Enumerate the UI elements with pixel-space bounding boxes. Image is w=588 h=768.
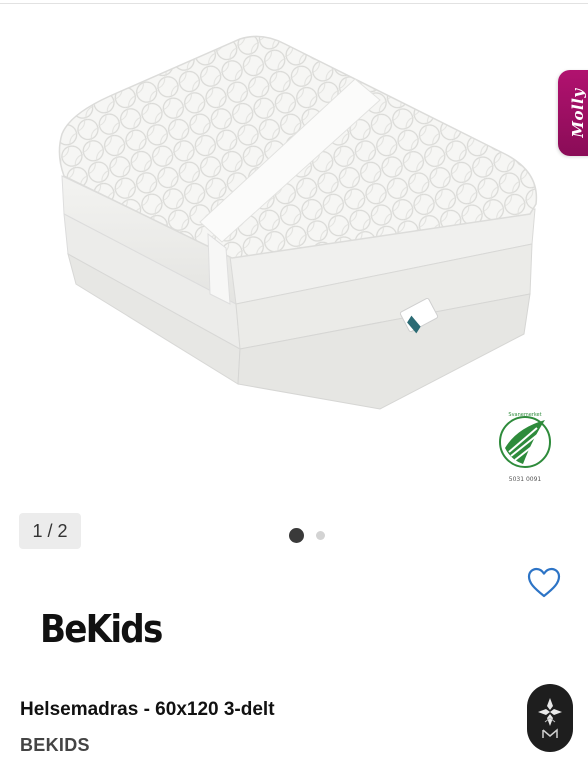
image-counter: 1 / 2	[19, 513, 81, 549]
carousel-dots	[289, 527, 325, 543]
product-title: Helsemadras - 60x120 3-delt	[20, 699, 275, 720]
eco-certification-icon: Svanemerket 5031 0091	[499, 412, 551, 483]
molly-tab-label: Molly	[569, 88, 587, 138]
eco-label-name: Svanemerket	[508, 412, 541, 418]
product-image-gallery[interactable]: Svanemerket 5031 0091	[0, 4, 588, 504]
assistant-logo-icon	[538, 698, 562, 738]
assistant-button[interactable]	[527, 684, 573, 752]
heart-outline-icon	[527, 567, 561, 598]
molly-side-tab[interactable]: Molly	[558, 70, 588, 156]
carousel-dot[interactable]	[316, 530, 325, 540]
favorite-button[interactable]	[526, 565, 562, 601]
eco-label-code: 5031 0091	[509, 476, 542, 483]
brand-logo[interactable]: BeKids	[40, 607, 163, 651]
product-brand[interactable]: BEKIDS	[20, 735, 90, 756]
carousel-dot-active[interactable]	[289, 527, 304, 543]
